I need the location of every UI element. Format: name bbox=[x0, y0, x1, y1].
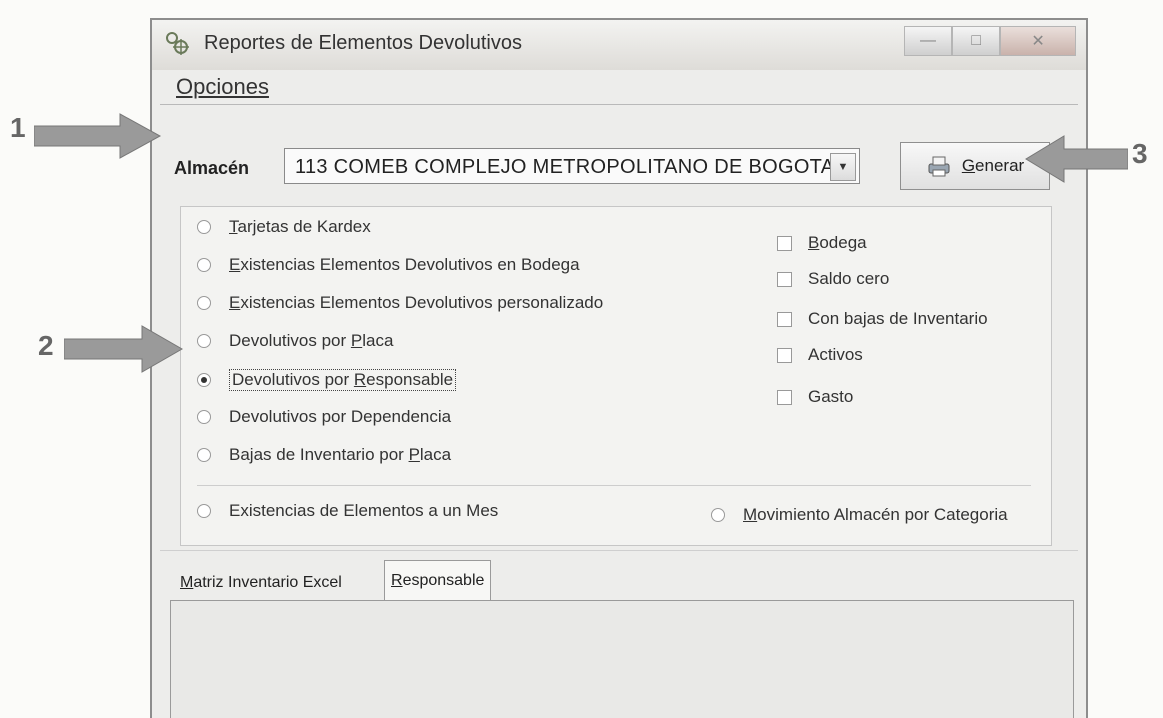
option-existencias-mes[interactable]: Existencias de Elementos a un Mes bbox=[197, 501, 498, 521]
radio-button[interactable] bbox=[197, 504, 211, 518]
checkbox-con-bajas[interactable]: Con bajas de Inventario bbox=[777, 309, 988, 329]
checkbox-box[interactable] bbox=[777, 311, 792, 327]
option-label: Existencias de Elementos a un Mes bbox=[229, 501, 499, 520]
radio-button[interactable] bbox=[197, 220, 211, 234]
reportes-window: Reportes de Elementos Devolutivos — □ ✕ … bbox=[150, 18, 1088, 718]
checkbox-label: Activos bbox=[808, 345, 863, 364]
option-label: Movimiento Almacén por Categoria bbox=[743, 505, 1008, 524]
window-controls: — □ ✕ bbox=[904, 26, 1076, 56]
checkbox-label: Bodega bbox=[808, 233, 867, 252]
checkbox-gasto[interactable]: Gasto bbox=[777, 387, 853, 407]
almacen-label: Almacén bbox=[174, 158, 250, 178]
option-label: Tarjetas de Kardex bbox=[229, 217, 371, 236]
checkbox-saldo-cero[interactable]: Saldo cero bbox=[777, 269, 889, 289]
radio-button[interactable] bbox=[711, 508, 725, 522]
checkbox-label: Gasto bbox=[808, 387, 854, 406]
arrow-right-icon bbox=[34, 113, 162, 159]
checkbox-activos[interactable]: Activos bbox=[777, 345, 863, 365]
option-label: Existencias Elementos Devolutivos en Bod… bbox=[229, 255, 580, 274]
maximize-button[interactable]: □ bbox=[952, 26, 1001, 56]
tab-matriz-inventario[interactable]: Matriz Inventario Excel bbox=[174, 566, 348, 600]
radio-button-selected[interactable] bbox=[197, 373, 211, 387]
tab-responsable[interactable]: Responsable bbox=[384, 560, 492, 601]
option-devolutivos-placa[interactable]: Devolutivos por Placa bbox=[197, 331, 393, 351]
option-devolutivos-responsable[interactable]: Devolutivos por Responsable bbox=[197, 369, 457, 391]
checkbox-label: Saldo cero bbox=[808, 269, 890, 288]
option-label: Devolutivos por Placa bbox=[229, 331, 394, 350]
option-tarjetas-kardex[interactable]: Tarjetas de Kardex bbox=[197, 217, 371, 237]
option-movimiento-categoria[interactable]: Movimiento Almacén por Categoria bbox=[711, 505, 1008, 525]
option-devolutivos-dependencia[interactable]: Devolutivos por Dependencia bbox=[197, 407, 451, 427]
close-button[interactable]: ✕ bbox=[1000, 26, 1076, 56]
arrow-left-icon bbox=[1025, 135, 1128, 183]
app-icon bbox=[166, 32, 189, 55]
checkbox-box[interactable] bbox=[777, 347, 792, 363]
checkbox-box[interactable] bbox=[777, 271, 792, 287]
option-existencias-bodega[interactable]: Existencias Elementos Devolutivos en Bod… bbox=[197, 255, 580, 275]
option-existencias-personalizado[interactable]: Existencias Elementos Devolutivos person… bbox=[197, 293, 603, 313]
callout-number-1: 1 bbox=[10, 112, 26, 143]
callout-number-2: 2 bbox=[38, 330, 54, 361]
radio-button[interactable] bbox=[197, 410, 211, 424]
checkbox-bodega[interactable]: Bodega bbox=[777, 233, 867, 253]
option-label: Bajas de Inventario por Placa bbox=[229, 445, 452, 464]
radio-button[interactable] bbox=[197, 296, 211, 310]
option-label: Devolutivos por Responsable bbox=[229, 369, 457, 391]
window-title: Reportes de Elementos Devolutivos bbox=[204, 32, 522, 54]
radio-button[interactable] bbox=[197, 334, 211, 348]
generar-label: Generar bbox=[961, 156, 1025, 175]
tab-panel bbox=[170, 600, 1074, 718]
tabs-divider bbox=[160, 550, 1078, 551]
report-options-group: Tarjetas de Kardex Existencias Elementos… bbox=[180, 206, 1052, 546]
radio-button[interactable] bbox=[197, 448, 211, 462]
minimize-button[interactable]: — bbox=[904, 26, 953, 56]
chevron-down-icon[interactable]: ▼ bbox=[830, 153, 856, 181]
callout-number-3: 3 bbox=[1132, 138, 1148, 169]
arrow-right-icon bbox=[64, 325, 184, 373]
title-bar[interactable]: Reportes de Elementos Devolutivos — □ ✕ bbox=[152, 20, 1086, 70]
almacen-select[interactable]: 113 COMEB COMPLEJO METROPOLITANO DE BOGO… bbox=[284, 148, 860, 184]
checkbox-box[interactable] bbox=[777, 235, 792, 251]
opciones-divider bbox=[160, 104, 1078, 105]
options-divider bbox=[197, 485, 1031, 486]
checkbox-label: Con bajas de Inventario bbox=[808, 309, 988, 328]
opciones-title: Opciones bbox=[176, 74, 269, 99]
almacen-select-value: 113 COMEB COMPLEJO METROPOLITANO DE BOGO… bbox=[295, 156, 835, 178]
checkbox-box[interactable] bbox=[777, 389, 792, 405]
option-label: Existencias Elementos Devolutivos person… bbox=[229, 293, 604, 312]
option-bajas-placa[interactable]: Bajas de Inventario por Placa bbox=[197, 445, 451, 465]
printer-icon bbox=[928, 156, 950, 177]
radio-button[interactable] bbox=[197, 258, 211, 272]
option-label: Devolutivos por Dependencia bbox=[229, 407, 452, 426]
